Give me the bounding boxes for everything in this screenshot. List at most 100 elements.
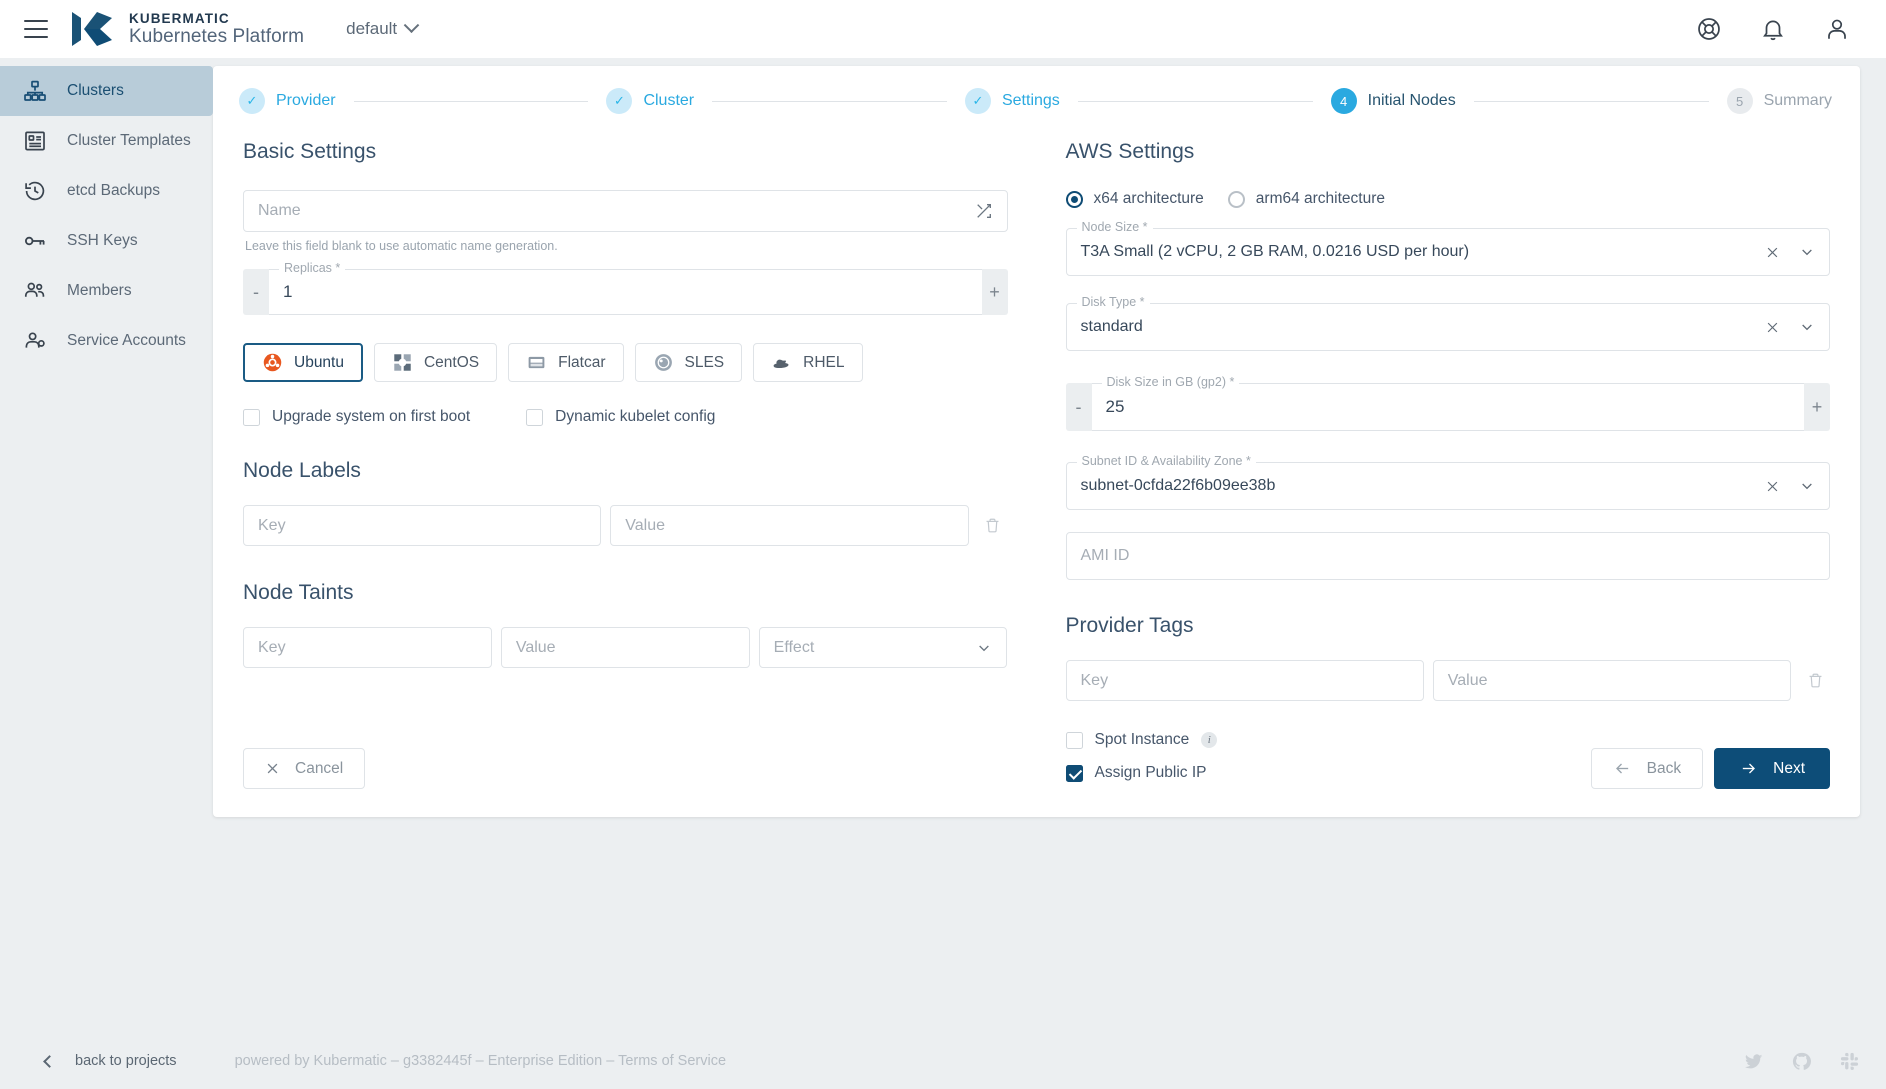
replicas-increment-button[interactable]: + bbox=[982, 269, 1008, 315]
info-icon[interactable]: i bbox=[1201, 732, 1217, 748]
replicas-input[interactable]: Replicas * 1 bbox=[269, 269, 982, 315]
disk-size-increment-button[interactable]: + bbox=[1804, 383, 1830, 431]
sidebar-item-clusters[interactable]: Clusters bbox=[0, 66, 213, 116]
sidebar-item-cluster-templates[interactable]: Cluster Templates bbox=[0, 116, 213, 166]
node-taints-row: Key Value Effect bbox=[243, 627, 1008, 668]
architecture-option-arm64[interactable]: arm64 architecture bbox=[1228, 190, 1385, 208]
replicas-decrement-button[interactable]: - bbox=[243, 269, 269, 315]
step-cluster[interactable]: ✓ Cluster bbox=[606, 88, 694, 114]
os-label: SLES bbox=[685, 354, 725, 372]
os-option-rhel[interactable]: RHEL bbox=[753, 343, 862, 382]
spot-instance-checkbox[interactable]: Spot Instance i bbox=[1066, 731, 1831, 749]
sidebar-item-etcd-backups[interactable]: etcd Backups bbox=[0, 166, 213, 216]
os-label: RHEL bbox=[803, 354, 844, 372]
clear-x-icon[interactable] bbox=[1765, 479, 1780, 494]
step-connector bbox=[712, 101, 947, 102]
sidebar-item-label: Service Accounts bbox=[67, 332, 186, 350]
rhel-icon bbox=[771, 352, 792, 373]
cancel-button[interactable]: Cancel bbox=[243, 748, 365, 789]
chevron-down-icon[interactable] bbox=[1799, 319, 1815, 335]
architecture-option-x64[interactable]: x64 architecture bbox=[1066, 190, 1204, 208]
chevron-down-icon[interactable] bbox=[1799, 244, 1815, 260]
node-taint-effect-select[interactable]: Effect bbox=[759, 627, 1008, 668]
twitter-icon[interactable] bbox=[1743, 1051, 1764, 1072]
os-option-flatcar[interactable]: Flatcar bbox=[508, 343, 623, 382]
centos-icon bbox=[392, 352, 413, 373]
checkbox-box bbox=[526, 409, 543, 426]
separator: – bbox=[391, 1053, 399, 1069]
separator: – bbox=[606, 1053, 614, 1069]
back-to-projects-label: back to projects bbox=[75, 1053, 177, 1069]
step-provider[interactable]: ✓ Provider bbox=[239, 88, 336, 114]
wizard-stepper: ✓ Provider ✓ Cluster ✓ Settings bbox=[213, 66, 1860, 114]
back-button[interactable]: Back bbox=[1591, 748, 1703, 789]
sidebar-item-service-accounts[interactable]: Service Accounts bbox=[0, 316, 213, 366]
os-option-centos[interactable]: CentOS bbox=[374, 343, 497, 382]
node-labels-row: Key Value bbox=[243, 505, 1008, 546]
provider-tags-row: Key Value bbox=[1066, 660, 1831, 701]
step-label: Summary bbox=[1764, 92, 1832, 110]
trash-icon[interactable] bbox=[978, 517, 1008, 534]
bell-icon[interactable] bbox=[1760, 16, 1786, 42]
chevron-down-icon[interactable] bbox=[1799, 478, 1815, 494]
input-placeholder: Value bbox=[625, 517, 665, 535]
menu-toggle-icon[interactable] bbox=[24, 20, 48, 38]
radio-label: arm64 architecture bbox=[1256, 190, 1385, 208]
node-size-select[interactable]: Node Size * T3A Small (2 vCPU, 2 GB RAM,… bbox=[1066, 228, 1831, 276]
header-actions bbox=[1696, 16, 1862, 42]
ami-id-placeholder: AMI ID bbox=[1081, 547, 1130, 565]
slack-icon[interactable] bbox=[1839, 1051, 1860, 1072]
disk-size-input[interactable]: Disk Size in GB (gp2) * 25 bbox=[1092, 383, 1805, 431]
provider-tag-key-input[interactable]: Key bbox=[1066, 660, 1424, 701]
node-taint-value-input[interactable]: Value bbox=[501, 627, 750, 668]
radio-dot bbox=[1066, 191, 1083, 208]
disk-size-decrement-button[interactable]: - bbox=[1066, 383, 1092, 431]
aws-settings-column: AWS Settings x64 architecture arm64 arch… bbox=[1066, 140, 1831, 748]
provider-tag-value-input[interactable]: Value bbox=[1433, 660, 1791, 701]
page-footer: back to projects powered by Kubermatic –… bbox=[0, 1033, 1886, 1089]
next-label: Next bbox=[1773, 760, 1805, 778]
upgrade-on-first-boot-checkbox[interactable]: Upgrade system on first boot bbox=[243, 408, 470, 426]
name-placeholder: Name bbox=[258, 202, 301, 220]
disk-type-select[interactable]: Disk Type * standard bbox=[1066, 303, 1831, 351]
clear-x-icon[interactable] bbox=[1765, 245, 1780, 260]
user-account-icon[interactable] bbox=[1824, 16, 1850, 42]
shuffle-icon[interactable] bbox=[975, 202, 993, 220]
github-icon[interactable] bbox=[1791, 1051, 1812, 1072]
kubermatic-logo-icon bbox=[70, 9, 116, 49]
trash-icon[interactable] bbox=[1800, 672, 1830, 689]
replicas-label: Replicas * bbox=[279, 261, 345, 275]
project-selector[interactable]: default bbox=[346, 19, 417, 39]
lifebuoy-icon[interactable] bbox=[1696, 16, 1722, 42]
cluster-topology-icon bbox=[23, 79, 47, 103]
clear-x-icon[interactable] bbox=[1765, 320, 1780, 335]
subnet-select[interactable]: Subnet ID & Availability Zone * subnet-0… bbox=[1066, 462, 1831, 510]
step-connector bbox=[354, 101, 589, 102]
node-labels-title: Node Labels bbox=[243, 459, 1008, 483]
powered-by-text: powered by Kubermatic bbox=[235, 1053, 387, 1069]
node-label-value-input[interactable]: Value bbox=[610, 505, 968, 546]
step-summary[interactable]: 5 Summary bbox=[1727, 88, 1832, 114]
ami-id-input[interactable]: AMI ID bbox=[1066, 532, 1831, 580]
next-button[interactable]: Next bbox=[1714, 748, 1830, 789]
os-option-sles[interactable]: SLES bbox=[635, 343, 743, 382]
step-settings[interactable]: ✓ Settings bbox=[965, 88, 1060, 114]
node-taint-key-input[interactable]: Key bbox=[243, 627, 492, 668]
sidebar-item-ssh-keys[interactable]: SSH Keys bbox=[0, 216, 213, 266]
disk-size-value: 25 bbox=[1106, 397, 1125, 417]
form-columns: Basic Settings Name bbox=[213, 114, 1860, 748]
version-text: g3382445f bbox=[403, 1053, 472, 1069]
subnet-value: subnet-0cfda22f6b09ee38b bbox=[1081, 477, 1276, 495]
separator: – bbox=[476, 1053, 484, 1069]
sidebar-item-members[interactable]: Members bbox=[0, 266, 213, 316]
os-label: Flatcar bbox=[558, 354, 605, 372]
name-input[interactable]: Name bbox=[243, 190, 1008, 232]
os-option-ubuntu[interactable]: Ubuntu bbox=[243, 343, 363, 382]
node-label-key-input[interactable]: Key bbox=[243, 505, 601, 546]
terms-of-service-link[interactable]: Terms of Service bbox=[618, 1053, 726, 1069]
step-label: Cluster bbox=[643, 92, 694, 110]
dynamic-kubelet-config-checkbox[interactable]: Dynamic kubelet config bbox=[526, 408, 715, 426]
back-to-projects-link[interactable]: back to projects bbox=[45, 1053, 177, 1069]
step-initial-nodes[interactable]: 4 Initial Nodes bbox=[1331, 88, 1456, 114]
brand-logo[interactable]: KUBERMATIC Kubernetes Platform bbox=[70, 9, 304, 49]
